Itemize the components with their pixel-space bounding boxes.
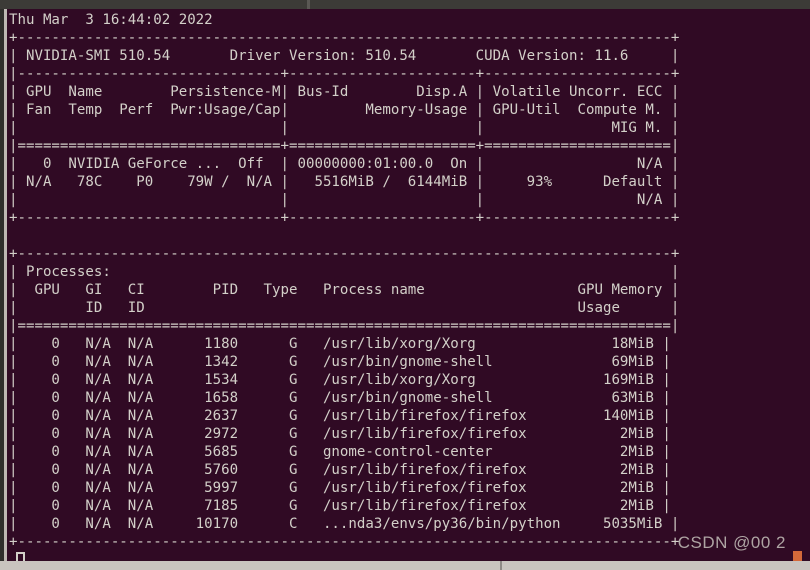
terminal-line: | 0 N/A N/A 10170 C ...nda3/envs/py36/bi… xyxy=(9,516,680,532)
terminal-line: +---------------------------------------… xyxy=(9,246,680,262)
terminal-line: | Processes: | xyxy=(9,264,680,280)
terminal-window[interactable]: Thu Mar 3 16:44:02 2022 +----------------… xyxy=(7,9,802,561)
terminal-line: | ID ID Usage | xyxy=(9,300,680,316)
desktop-bottom-strip xyxy=(0,561,810,570)
terminal-line: | 0 N/A N/A 2637 G /usr/lib/firefox/fire… xyxy=(9,408,671,424)
terminal-line: Thu Mar 3 16:44:02 2022 xyxy=(9,12,213,28)
terminal-line: | 0 NVIDIA GeForce ... Off | 00000000:01… xyxy=(9,156,680,172)
terminal-scrollbar-thumb[interactable] xyxy=(793,551,802,561)
terminal-line: | | | MIG M. | xyxy=(9,120,680,136)
window-top-chrome-strip xyxy=(0,0,810,9)
csdn-watermark: CSDN @00 2 xyxy=(677,533,786,552)
terminal-line: +-------------------------------+-------… xyxy=(9,210,680,226)
terminal-line: | 0 N/A N/A 5997 G /usr/lib/firefox/fire… xyxy=(9,480,671,496)
terminal-line: | 0 N/A N/A 5760 G /usr/lib/firefox/fire… xyxy=(9,462,671,478)
terminal-line: |===============================+=======… xyxy=(9,138,680,154)
terminal-line: | 0 N/A N/A 5685 G gnome-control-center … xyxy=(9,444,671,460)
desktop-bottom-seam xyxy=(500,561,502,570)
terminal-line: | 0 N/A N/A 2972 G /usr/lib/firefox/fire… xyxy=(9,426,671,442)
terminal-line: |-------------------------------+-------… xyxy=(9,66,680,82)
terminal-line: | 0 N/A N/A 1534 G /usr/lib/xorg/Xorg 16… xyxy=(9,372,671,388)
screenshot-root: Thu Mar 3 16:44:02 2022 +----------------… xyxy=(0,0,810,570)
terminal-cursor xyxy=(16,552,25,561)
terminal-line: | GPU GI CI PID Type Process name GPU Me… xyxy=(9,282,680,298)
terminal-line: | 0 N/A N/A 1180 G /usr/lib/xorg/Xorg 18… xyxy=(9,336,671,352)
terminal-line: |=======================================… xyxy=(9,318,680,334)
terminal-line: | GPU Name Persistence-M| Bus-Id Disp.A … xyxy=(9,84,680,100)
window-top-notch xyxy=(307,0,310,9)
terminal-line: | N/A 78C P0 79W / N/A | 5516MiB / 6144M… xyxy=(9,174,680,190)
terminal-line: | 0 N/A N/A 7185 G /usr/lib/firefox/fire… xyxy=(9,498,671,514)
terminal-line: +---------------------------------------… xyxy=(9,534,680,550)
terminal-line: | Fan Temp Perf Pwr:Usage/Cap| Memory-Us… xyxy=(9,102,680,118)
terminal-line: | NVIDIA-SMI 510.54 Driver Version: 510.… xyxy=(9,48,680,64)
terminal-line: +---------------------------------------… xyxy=(9,30,680,46)
terminal-scrollbar-track[interactable] xyxy=(793,18,802,561)
terminal-line: | | | N/A | xyxy=(9,192,680,208)
terminal-line: | 0 N/A N/A 1342 G /usr/bin/gnome-shell … xyxy=(9,354,671,370)
terminal-line: | 0 N/A N/A 1658 G /usr/bin/gnome-shell … xyxy=(9,390,671,406)
terminal-screen-text: Thu Mar 3 16:44:02 2022 +----------------… xyxy=(7,9,679,551)
background-window-left-shadow xyxy=(0,9,4,570)
